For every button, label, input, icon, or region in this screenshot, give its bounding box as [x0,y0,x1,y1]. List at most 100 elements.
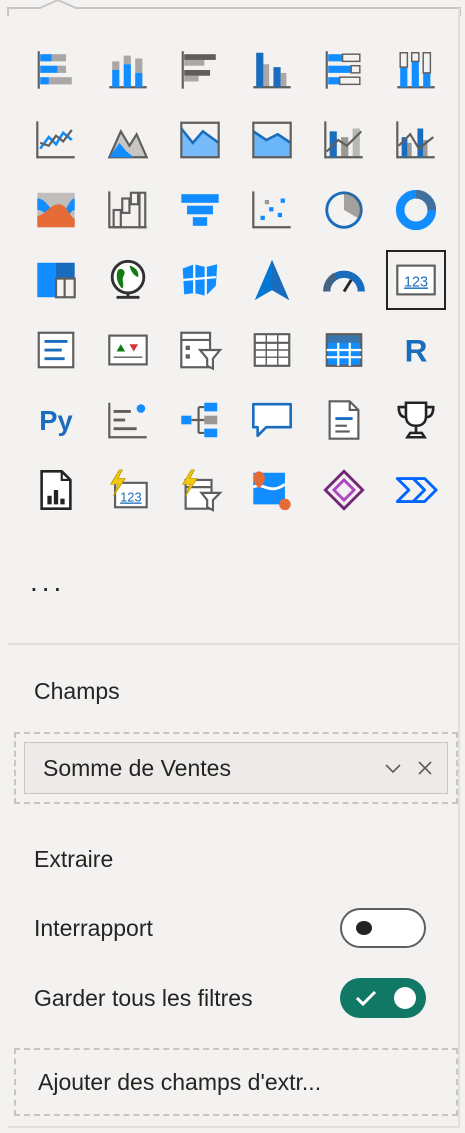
field-pill-label: Somme de Ventes [43,754,231,781]
visual-line-and-clustered-column-chart[interactable] [380,105,452,175]
map-icon [110,259,146,299]
visual-slicer[interactable] [164,315,236,385]
visual-treemap[interactable] [20,245,92,315]
visual-pie-chart[interactable] [308,175,380,245]
visual-decomposition-tree[interactable] [164,385,236,455]
checkmark-icon [355,990,377,1007]
drillthrough-section-title: Extraire [34,846,114,872]
visual-python[interactable]: Py [20,385,92,455]
visual-key-influencers[interactable] [92,385,164,455]
funnel-chart-icon [181,194,219,226]
visual-matrix[interactable] [308,315,380,385]
close-icon[interactable] [413,756,437,780]
pie-chart-icon [325,191,363,229]
r-script-label: R [405,333,428,369]
qa-icon [252,402,292,438]
visual-goals[interactable] [380,385,452,455]
filled-map-icon [182,264,218,296]
visual-filled-map[interactable] [164,245,236,315]
100-stacked-bar-chart-icon [325,51,361,89]
visual-100-stacked-column-chart[interactable] [380,35,452,105]
power-automate-icon [395,477,438,503]
visual-paginated-report[interactable] [20,455,92,525]
add-drillthrough-fields-placeholder: Ajouter des champs d'extr... [38,1068,322,1095]
visual-map[interactable] [92,245,164,315]
paginated-report-icon [40,470,72,510]
visual-stacked-area-chart[interactable] [164,105,236,175]
smart-narrative-icon [328,400,360,440]
power-card-icon: 123 [109,469,148,509]
decomposition-tree-icon [181,402,218,438]
keep-filters-label: Garder tous les filtres [34,984,253,1011]
visual-funnel-chart[interactable] [164,175,236,245]
visual-arcgis-map[interactable] [236,455,308,525]
keep-filters-toggle[interactable] [340,978,426,1018]
arcgis-map-icon [252,471,291,511]
visual-donut-chart[interactable] [380,175,452,245]
stacked-area-chart-icon [180,121,220,159]
visual-line-chart[interactable] [20,105,92,175]
matrix-icon [325,333,363,367]
area-chart-icon [107,129,149,159]
add-drillthrough-fields-well[interactable]: Ajouter des champs d'extr... [14,1048,458,1116]
visual-power-card[interactable]: 123 [92,455,164,525]
clustered-column-chart-icon [253,52,291,89]
r-script-visual-icon: R [405,333,428,369]
visual-gauge[interactable] [308,245,380,315]
cross-report-label: Interrapport [34,914,153,941]
treemap-icon [37,262,76,299]
power-apps-icon [323,469,365,511]
toggle-knob [394,987,416,1009]
visual-clustered-column-chart[interactable] [236,35,308,105]
card-icon: 123 [396,264,436,296]
visual-kpi[interactable] [92,315,164,385]
cross-report-row: Interrapport [34,906,426,950]
stacked-column-chart-icon [109,55,147,89]
visual-stacked-bar-chart[interactable] [20,35,92,105]
chevron-down-icon[interactable] [381,756,405,780]
visual-power-automate[interactable] [380,455,452,525]
azure-map-icon [254,259,290,301]
visual-table[interactable] [236,315,308,385]
visual-stacked-column-chart[interactable] [92,35,164,105]
fields-section-title: Champs [34,678,120,704]
100-stacked-column-chart-icon [397,52,435,89]
trophy-goals-icon [397,401,435,439]
visual-waterfall-chart[interactable] [92,175,164,245]
visual-ribbon-chart[interactable] [20,175,92,245]
fields-well[interactable]: Somme de Ventes [14,732,458,804]
visual-power-apps[interactable] [308,455,380,525]
visual-r-script[interactable]: R [380,315,452,385]
card-icon-label: 123 [404,274,428,290]
visual-qa[interactable] [236,385,308,455]
visual-100-stacked-bar-chart[interactable] [308,35,380,105]
toggle-knob [356,921,372,935]
table-icon [253,333,291,367]
waterfall-chart-icon [108,191,147,229]
visual-line-and-stacked-column-chart[interactable] [308,105,380,175]
slicer-icon [180,331,223,371]
visual-100-stacked-area-chart[interactable] [236,105,308,175]
kpi-icon [108,334,148,366]
visual-clustered-bar-chart[interactable] [164,35,236,105]
power-slicer-icon [181,469,223,512]
selected-visual-frame: 123 [386,250,446,310]
visual-card[interactable]: 123 [380,245,452,315]
line-chart-icon [36,121,75,159]
donut-chart-icon [395,189,437,231]
gauge-icon [323,270,365,293]
visual-multi-row-card[interactable] [20,315,92,385]
scatter-chart-icon [252,191,291,229]
line-and-stacked-column-chart-icon [324,121,363,159]
ribbon-chart-icon [37,192,75,228]
field-pill-somme-de-ventes[interactable]: Somme de Ventes [24,742,448,794]
cross-report-toggle[interactable] [340,908,426,948]
line-and-clustered-column-chart-icon [396,121,435,159]
visual-power-slicer[interactable] [164,455,236,525]
visual-azure-map[interactable] [236,245,308,315]
more-visuals-button[interactable]: ... [30,568,65,596]
visual-scatter-chart[interactable] [236,175,308,245]
visual-smart-narrative[interactable] [308,385,380,455]
visual-area-chart[interactable] [92,105,164,175]
stacked-bar-chart-icon [37,51,72,89]
